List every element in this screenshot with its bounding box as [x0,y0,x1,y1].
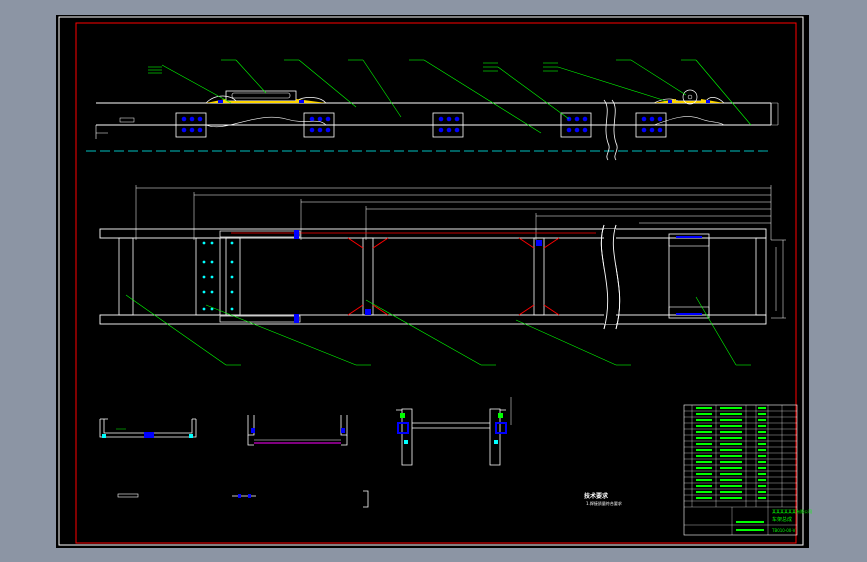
crossmember-end [755,237,767,316]
section-a-a [99,418,197,438]
side-view-leaders [148,59,752,134]
side-view [86,59,779,161]
front-reinforcement [195,230,301,323]
saddle-bracket [205,90,327,127]
tech-requirements-line: 1.焊接质量符合要求 [586,501,622,506]
section-small-details [117,490,369,508]
plan-view [99,185,786,366]
section-b-b [247,415,348,446]
crossmember-middle-1 [347,237,389,316]
tech-requirements-title: 技术要求 [584,493,609,500]
drawing-sheet: 技术要求 1.焊接质量符合要求 某某某某某某有限公司 车架总成 TB010-00… [56,15,812,548]
outer-border [58,16,804,546]
crossmember-rear [668,233,710,319]
title-block-drawing-number: TB010-00-V [772,528,796,533]
left-longitudinal-rail [99,228,767,239]
saddle-bracket-rear [653,89,725,126]
plan-dimensions [135,185,786,319]
section-c-c [396,397,512,466]
crossmember-front [118,237,134,316]
right-longitudinal-rail [99,314,767,325]
cad-drawing [58,16,804,546]
crossmember-middle-2 [518,237,560,316]
section-views [99,397,512,508]
title-block-company: 某某某某某某有限公司 [772,509,812,514]
title-block-drawing-name: 车架总成 [772,517,793,523]
